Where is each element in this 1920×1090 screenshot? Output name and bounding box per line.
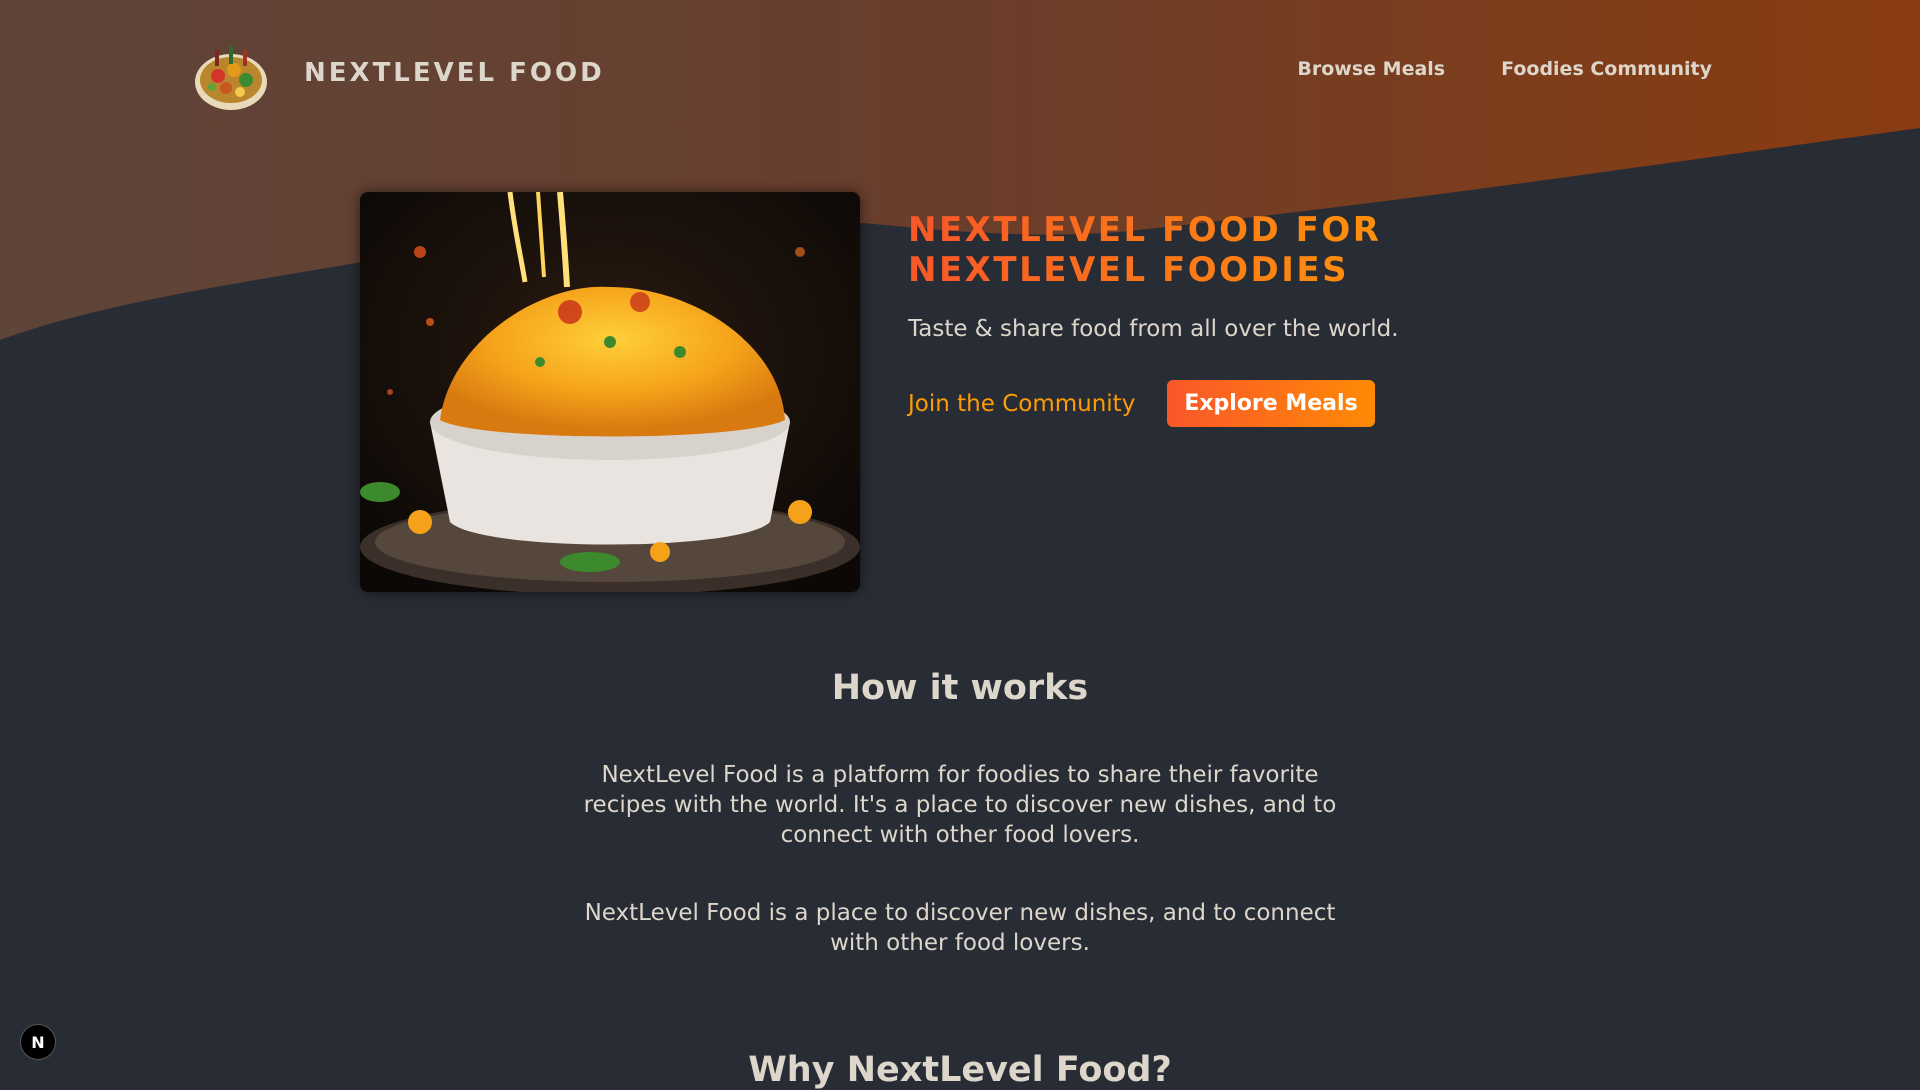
hero-content: NextLevel Food for NextLevel Foodies Tas… (908, 210, 1468, 427)
main-header: NextLevel Food Browse Meals Foodies Comm… (0, 0, 1920, 146)
hero-title: NextLevel Food for NextLevel Foodies (908, 210, 1468, 290)
explore-meals-button[interactable]: Explore Meals (1167, 380, 1375, 427)
logo-home-link[interactable]: NextLevel Food (190, 32, 605, 114)
how-it-works-paragraph-1: NextLevel Food is a platform for foodies… (583, 762, 1337, 848)
how-it-works-heading: How it works (831, 668, 1089, 708)
main-nav: Browse Meals Foodies Community (1297, 58, 1712, 80)
hero-title-line1: NextLevel Food for (908, 210, 1382, 250)
hero-subtitle: Taste & share food from all over the wor… (908, 316, 1399, 342)
food-plate-logo-icon (195, 46, 267, 110)
join-community-link[interactable]: Join the Community (908, 391, 1135, 417)
nav-browse-meals[interactable]: Browse Meals (1297, 58, 1445, 80)
why-heading: Why NextLevel Food? (748, 1050, 1172, 1090)
hero-cta: Join the Community Explore Meals (908, 380, 1468, 427)
hero-title-line2: NextLevel Foodies (908, 250, 1350, 290)
nav-foodies-community[interactable]: Foodies Community (1501, 58, 1712, 80)
how-it-works-paragraph-2: NextLevel Food is a place to discover ne… (584, 900, 1336, 956)
how-it-works-section: How it works NextLevel Food is a platfor… (0, 668, 1920, 958)
brand-name: NextLevel Food (304, 58, 605, 88)
hero-image-mac-and-cheese (360, 192, 860, 592)
nextjs-dev-indicator-icon[interactable]: N (20, 1024, 56, 1060)
